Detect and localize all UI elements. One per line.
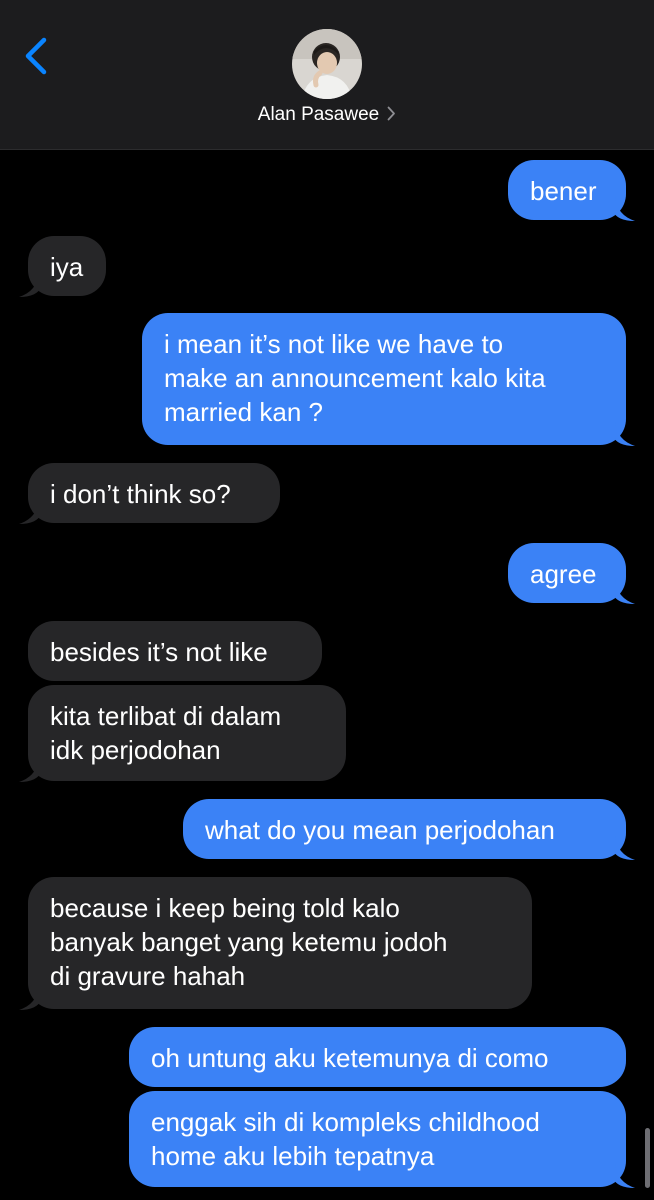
message-text: oh untung aku ketemunya di como [151,1043,549,1073]
message-text: idk perjodohan [50,735,221,765]
message-bubble-outgoing[interactable]: i mean it’s not like we have to make an … [142,313,635,446]
bubble-tail [613,580,635,604]
message-text: i mean it’s not like we have to [164,329,504,359]
bubble-tail [613,197,635,221]
message-bubble-incoming[interactable]: because i keep being told kalo banyak ba… [19,877,532,1010]
message-text: i don’t think so? [50,479,231,509]
message-text: because i keep being told kalo [50,893,400,923]
bubble-tail [19,758,41,782]
message-text: what do you mean perjodohan [205,815,555,845]
conversation-header: Alan Pasawee [0,0,654,150]
message-text: banyak banget yang ketemu jodoh [50,927,448,957]
message-text: enggak sih di kompleks childhood [151,1107,540,1137]
chevron-right-icon [387,105,396,127]
back-button[interactable] [18,34,58,82]
message-bubble-outgoing[interactable]: what do you mean perjodohan [183,799,635,860]
bubble-tail [19,500,41,524]
message-text: iya [50,252,84,282]
message-text: agree [530,559,597,589]
message-text: di gravure hahah [50,961,246,991]
bubble-tail [19,273,41,297]
message-text: bener [530,176,597,206]
chevron-left-icon [25,37,47,75]
scrollbar[interactable] [645,1128,650,1188]
message-text: besides it’s not like [50,637,268,667]
message-bubble-outgoing[interactable]: agree [508,543,635,604]
message-text: married kan ? [164,397,323,427]
contact-name: Alan Pasawee [257,104,380,125]
contact-photo [292,29,362,99]
bubble-tail [19,986,41,1010]
contact-avatar[interactable] [292,29,362,99]
bubble-tail [613,422,635,446]
bubble-tail [613,1164,635,1188]
message-bubble-incoming[interactable]: kita terlibat di dalam idk perjodohan [19,685,346,782]
message-bubble-outgoing[interactable]: bener [508,160,635,221]
message-bubble-outgoing[interactable]: enggak sih di kompleks childhood home ak… [129,1091,635,1188]
contact-name-row[interactable]: Alan Pasawee [0,104,654,127]
message-text: kita terlibat di dalam [50,701,282,731]
message-text: home aku lebih tepatnya [151,1141,435,1171]
message-bubble-incoming[interactable]: besides it’s not like [28,621,322,681]
message-bubble-outgoing[interactable]: oh untung aku ketemunya di como [129,1027,626,1087]
message-bubble-incoming[interactable]: iya [19,236,106,297]
message-bubble-incoming[interactable]: i don’t think so? [19,463,280,524]
bubble-tail [613,836,635,860]
message-text: make an announcement kalo kita [164,363,546,393]
